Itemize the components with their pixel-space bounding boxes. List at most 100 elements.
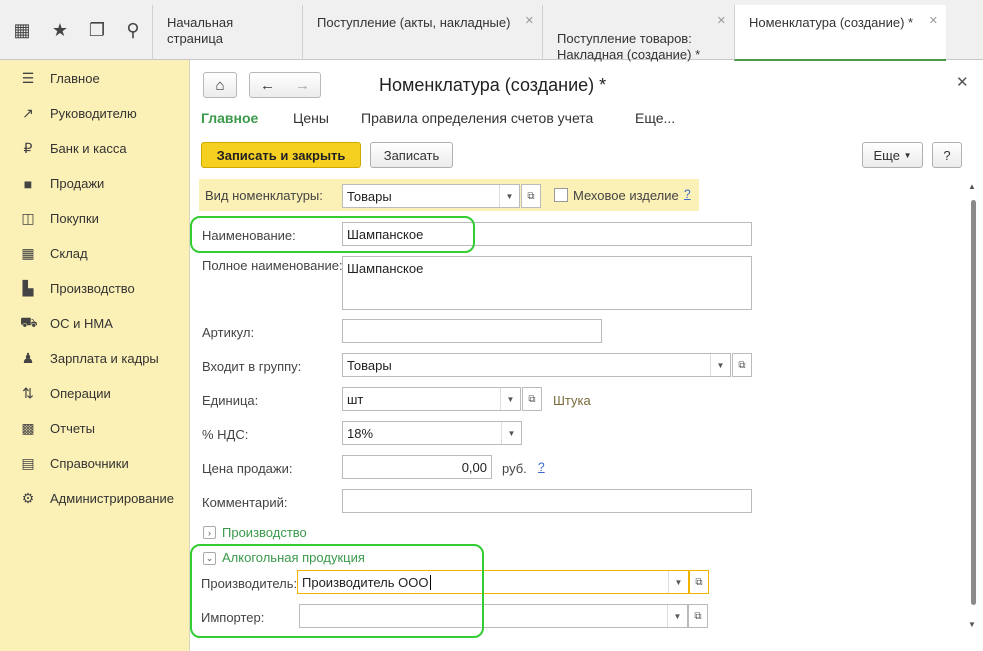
group-value: Товары	[347, 358, 392, 373]
kind-select[interactable]: Товары ▼	[342, 184, 520, 208]
open-icon[interactable]: ⧉	[522, 387, 542, 411]
tab-label: Поступление товаров: Накладная (создание…	[557, 31, 701, 62]
apps-grid-icon[interactable]: ▦	[10, 18, 34, 42]
scroll-thumb[interactable]	[971, 200, 976, 605]
tab-account-rules[interactable]: Правила определения счетов учета	[361, 110, 593, 126]
nav-buttons: ← →	[249, 72, 321, 98]
group-select[interactable]: Товары ▼	[342, 353, 731, 377]
unit-select[interactable]: шт ▼	[342, 387, 521, 411]
tab-home[interactable]: Начальная страница	[152, 5, 302, 60]
open-icon[interactable]: ⧉	[688, 604, 708, 628]
sidebar-item-label: Склад	[50, 246, 88, 261]
open-icon[interactable]: ⧉	[689, 570, 709, 594]
comment-field[interactable]	[342, 489, 752, 513]
sidebar-item-production[interactable]: ▙ Производство	[0, 271, 190, 306]
save-and-close-button[interactable]: Записать и закрыть	[201, 142, 361, 168]
fur-checkbox[interactable]	[554, 188, 568, 202]
chevron-down-icon[interactable]: ▼	[499, 185, 519, 207]
sidebar-item-label: Продажи	[50, 176, 105, 191]
ruble-icon: ₽	[23, 140, 33, 156]
books-icon: ▤	[21, 455, 35, 471]
truck-icon: ⛟	[20, 314, 38, 330]
article-field[interactable]	[342, 319, 602, 343]
forward-arrow-icon[interactable]: →	[295, 77, 310, 94]
sidebar-item-warehouse[interactable]: ▦ Склад	[0, 236, 190, 271]
tab-nomenclature[interactable]: Номенклатура (создание) * ✕	[734, 5, 946, 61]
help-button[interactable]: ?	[932, 142, 962, 168]
favorites-star-icon[interactable]: ★	[48, 18, 72, 42]
sidebar-item-sales[interactable]: ■ Продажи	[0, 166, 190, 201]
sidebar-item-label: Администрирование	[50, 491, 174, 506]
price-field[interactable]: 0,00	[342, 455, 492, 479]
sidebar-item-label: ОС и НМА	[50, 316, 113, 331]
vat-value: 18%	[347, 426, 374, 441]
chevron-down-icon[interactable]: ▼	[500, 388, 520, 410]
home-icon: ⌂	[215, 76, 225, 94]
scroll-up-icon[interactable]: ▲	[968, 182, 976, 191]
highlight-alcohol	[190, 544, 484, 638]
close-icon[interactable]: ✕	[929, 13, 938, 29]
chevron-right-icon[interactable]: ›	[203, 526, 216, 539]
group-label: Входит в группу:	[202, 359, 302, 374]
chart-icon: ▩	[21, 420, 35, 436]
menu-icon: ☰	[21, 70, 35, 86]
price-label: Цена продажи:	[202, 461, 293, 476]
warehouse-icon: ▦	[21, 245, 35, 261]
chevron-down-icon[interactable]: ▼	[710, 354, 730, 376]
sidebar-item-purchases[interactable]: ◫ Покупки	[0, 201, 190, 236]
fullname-field[interactable]: Шампанское	[342, 256, 752, 310]
price-currency: руб.	[502, 461, 527, 476]
vat-label: % НДС:	[202, 427, 249, 442]
operations-icon: ⇅	[22, 385, 34, 401]
sidebar-item-assets[interactable]: ⛟ ОС и НМА	[0, 306, 190, 341]
sidebar-item-label: Отчеты	[50, 421, 95, 436]
tab-label: Поступление (акты, накладные)	[317, 15, 511, 30]
scroll-down-icon[interactable]: ▼	[968, 620, 976, 629]
save-button[interactable]: Записать	[370, 142, 453, 168]
open-icon[interactable]: ⧉	[521, 184, 541, 208]
close-icon[interactable]: ✕	[956, 73, 969, 91]
vat-select[interactable]: 18% ▼	[342, 421, 522, 445]
tab-prices[interactable]: Цены	[293, 110, 329, 126]
sidebar-item-main[interactable]: ☰ Главное	[0, 61, 190, 96]
fullname-label: Полное наименование:	[202, 258, 343, 273]
unit-hint[interactable]: Штука	[553, 393, 591, 408]
chevron-down-icon[interactable]: ▼	[668, 571, 688, 593]
article-label: Артикул:	[202, 325, 255, 340]
sidebar-item-label: Главное	[50, 71, 100, 86]
tab-receipts[interactable]: Поступление (акты, накладные) ✕	[302, 5, 542, 60]
close-icon[interactable]: ✕	[717, 13, 726, 29]
back-arrow-icon[interactable]: ←	[260, 77, 275, 94]
help-icon[interactable]: ?	[684, 187, 691, 201]
sidebar-item-bank[interactable]: ₽ Банк и касса	[0, 131, 190, 166]
production-group-toggle[interactable]: Производство	[222, 525, 307, 540]
tab-main[interactable]: Главное	[201, 110, 258, 126]
highlight-name	[190, 216, 475, 253]
sidebar-item-label: Банк и касса	[50, 141, 127, 156]
tab-more[interactable]: Еще...	[635, 110, 675, 126]
sidebar-item-label: Руководителю	[50, 106, 137, 121]
sidebar-item-references[interactable]: ▤ Справочники	[0, 446, 190, 481]
gear-icon: ⚙	[21, 490, 35, 506]
tab-invoice[interactable]: Поступление товаров: Накладная (создание…	[542, 5, 734, 62]
open-icon[interactable]: ⧉	[732, 353, 752, 377]
close-icon[interactable]: ✕	[525, 13, 534, 29]
search-icon[interactable]: ⚲	[121, 18, 145, 42]
trend-icon: ↗	[22, 105, 34, 121]
scrollbar[interactable]: ▲ ▼	[968, 182, 978, 632]
sidebar-item-manager[interactable]: ↗ Руководителю	[0, 96, 190, 131]
more-button[interactable]: Еще ▼	[862, 142, 923, 168]
history-icon[interactable]: ❐	[85, 18, 109, 42]
sidebar-item-admin[interactable]: ⚙ Администрирование	[0, 481, 190, 516]
sidebar-item-operations[interactable]: ⇅ Операции	[0, 376, 190, 411]
chevron-down-icon[interactable]: ▼	[501, 422, 521, 444]
sidebar-item-reports[interactable]: ▩ Отчеты	[0, 411, 190, 446]
help-icon[interactable]: ?	[538, 460, 545, 474]
sidebar-item-salary[interactable]: ♟ Зарплата и кадры	[0, 341, 190, 376]
home-button[interactable]: ⌂	[203, 72, 237, 98]
chevron-down-icon[interactable]: ▼	[667, 605, 687, 627]
shopping-bag-icon: ■	[23, 175, 33, 192]
people-icon: ♟	[21, 350, 35, 366]
sidebar-item-label: Производство	[50, 281, 135, 296]
fur-label: Меховое изделие	[573, 188, 679, 203]
